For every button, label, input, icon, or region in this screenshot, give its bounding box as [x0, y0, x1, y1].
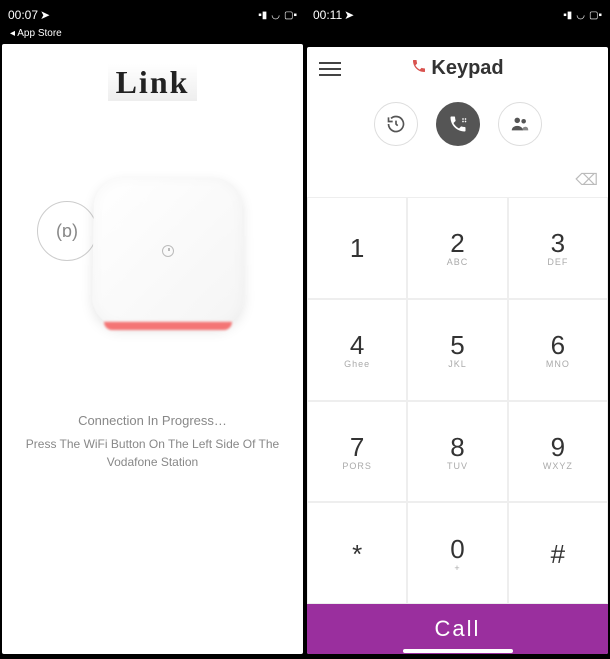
router-illustration: (ɒ)	[2, 111, 303, 391]
wifi-button-indicator: (ɒ)	[37, 201, 97, 261]
phone-icon	[411, 58, 427, 79]
wifi-status-icon: ◡	[271, 10, 280, 21]
back-to-appstore[interactable]: ◂ App Store	[0, 28, 305, 39]
app-title: Link	[108, 64, 198, 101]
left-screen: 00:07 ➤ ▪▮ ◡ ▢▪ ◂ App Store Link (ɒ) Con…	[0, 0, 305, 659]
right-screen: 00:11 ➤ ▪▮ ◡ ▢▪ Keypad	[305, 0, 610, 659]
signal-icon: ▪▮	[258, 10, 267, 21]
connection-status: Connection In Progress… Press The WiFi B…	[2, 391, 303, 491]
key-3[interactable]: 3DEF	[508, 197, 608, 299]
key-9[interactable]: 9WXYZ	[508, 401, 608, 503]
number-display: ⌫	[307, 162, 608, 197]
keypad-title: Keypad	[431, 57, 503, 80]
chevron-left-icon: ◂	[10, 28, 15, 39]
key-hash[interactable]: #	[508, 502, 608, 604]
key-2[interactable]: 2ABC	[407, 197, 507, 299]
tab-row	[307, 90, 608, 162]
status-bar-left: 00:07 ➤ ▪▮ ◡ ▢▪	[0, 0, 305, 30]
home-indicator[interactable]	[403, 649, 513, 653]
key-star[interactable]: *	[307, 502, 407, 604]
location-icon: ➤	[40, 8, 50, 22]
progress-text: Connection In Progress…	[17, 411, 288, 431]
status-time: 00:11	[313, 8, 342, 22]
call-button[interactable]: Call	[307, 604, 608, 654]
backspace-button[interactable]: ⌫	[575, 170, 598, 190]
battery-icon: ▢▪	[284, 10, 297, 21]
key-7[interactable]: 7PORS	[307, 401, 407, 503]
wifi-status-icon: ◡	[576, 10, 585, 21]
recent-calls-tab[interactable]	[374, 102, 418, 146]
link-header: Link	[2, 44, 303, 111]
vodafone-logo-icon	[161, 245, 173, 257]
battery-icon: ▢▪	[589, 10, 602, 21]
wifi-symbol-icon: (ɒ)	[56, 221, 78, 242]
key-0[interactable]: 0+	[407, 502, 507, 604]
key-5[interactable]: 5JKL	[407, 299, 507, 401]
instruction-text: Press The WiFi Button On The Left Side O…	[17, 435, 288, 471]
home-indicator[interactable]	[98, 649, 208, 653]
location-icon: ➤	[344, 8, 354, 22]
key-1[interactable]: 1	[307, 197, 407, 299]
contacts-tab[interactable]	[498, 102, 542, 146]
signal-icon: ▪▮	[563, 10, 572, 21]
keypad-grid: 1 2ABC 3DEF 4Ghee 5JKL 6MNO 7PORS 8TUV 9…	[307, 197, 608, 604]
link-app: Link (ɒ) Connection In Progress… Press T…	[2, 44, 303, 654]
keypad-tab[interactable]	[436, 102, 480, 146]
key-8[interactable]: 8TUV	[407, 401, 507, 503]
keypad-header: Keypad	[307, 47, 608, 90]
keypad-app: Keypad ⌫ 1 2ABC 3DEF 4Ghee 5JKL 6MNO 7P	[307, 47, 608, 654]
key-4[interactable]: 4Ghee	[307, 299, 407, 401]
key-6[interactable]: 6MNO	[508, 299, 608, 401]
status-time: 00:07	[8, 8, 38, 22]
vodafone-station-image	[91, 177, 243, 326]
menu-button[interactable]	[319, 62, 341, 76]
status-bar-right: 00:11 ➤ ▪▮ ◡ ▢▪	[305, 0, 610, 30]
